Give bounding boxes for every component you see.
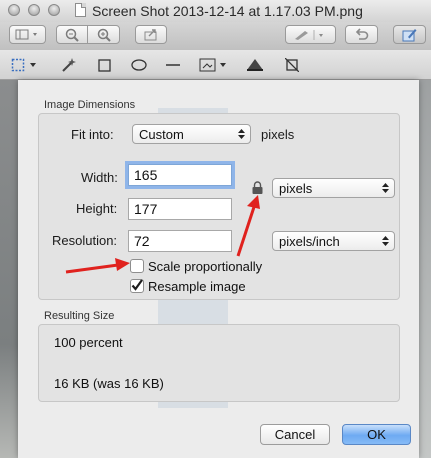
show-edit-toolbar-button[interactable] xyxy=(393,25,426,44)
magic-wand-icon xyxy=(62,58,76,72)
image-canvas-left-edge xyxy=(0,80,18,458)
adjust-color-tool[interactable] xyxy=(245,56,265,74)
document-icon[interactable] xyxy=(75,3,86,17)
resulting-file-size: 16 KB (was 16 KB) xyxy=(54,376,164,391)
zoom-out-icon xyxy=(65,28,79,42)
resolution-field[interactable]: 72 xyxy=(128,230,232,252)
size-unit-popup[interactable]: pixels xyxy=(272,178,395,198)
lock-icon[interactable] xyxy=(252,181,263,194)
resample-image-checkbox[interactable] xyxy=(130,279,144,293)
resolution-label: Resolution: xyxy=(52,233,118,248)
sidebar-icon xyxy=(15,29,37,40)
fit-into-unit: pixels xyxy=(261,127,295,142)
selection-tool[interactable] xyxy=(10,56,40,74)
width-field[interactable]: 165 xyxy=(128,164,232,186)
window-title: Screen Shot 2013-12-14 at 1.17.03 PM.png xyxy=(92,3,363,19)
width-label: Width: xyxy=(81,170,118,185)
resolution-unit-popup[interactable]: pixels/inch xyxy=(272,231,395,251)
size-unit-value: pixels xyxy=(279,181,313,196)
rectangle-icon xyxy=(97,58,111,72)
toolbar xyxy=(0,22,431,50)
rect-selection-icon xyxy=(11,58,36,72)
adjust-size-sheet: Image Dimensions Fit into: Custom pixels… xyxy=(18,80,419,458)
popup-arrows-icon xyxy=(238,129,245,139)
scale-proportionally-checkbox[interactable] xyxy=(130,259,144,273)
fit-into-popup[interactable]: Custom xyxy=(132,124,251,144)
scale-proportionally-label: Scale proportionally xyxy=(148,259,263,274)
edit-toolbar-icon xyxy=(402,28,417,41)
ok-button[interactable]: OK xyxy=(342,424,411,445)
adjust-color-icon xyxy=(247,59,263,71)
sidebar-view-button[interactable] xyxy=(9,25,46,44)
popup-arrows-icon xyxy=(382,236,389,246)
zoom-window-button[interactable] xyxy=(48,4,60,16)
adjust-size-icon xyxy=(199,58,226,71)
fit-into-value: Custom xyxy=(139,127,184,142)
crop-tool[interactable] xyxy=(284,56,300,74)
image-canvas-right-edge xyxy=(419,80,431,458)
oval-tool[interactable] xyxy=(130,56,148,74)
popup-arrows-icon xyxy=(382,183,389,193)
height-field[interactable]: 177 xyxy=(128,198,232,220)
share-button[interactable] xyxy=(135,25,167,44)
adjust-size-tool[interactable] xyxy=(198,56,230,74)
share-icon xyxy=(144,29,157,41)
rotate-button[interactable] xyxy=(345,25,378,44)
resulting-size-title: Resulting Size xyxy=(44,310,115,322)
crop-icon xyxy=(285,58,299,72)
resulting-percent: 100 percent xyxy=(54,335,123,350)
height-label: Height: xyxy=(76,201,118,216)
annotate-pen-icon xyxy=(294,29,323,40)
fit-into-label: Fit into: xyxy=(71,127,114,142)
close-window-button[interactable] xyxy=(8,4,20,16)
checkmark-icon xyxy=(131,279,143,291)
oval-icon xyxy=(131,59,147,71)
resample-image-label: Resample image xyxy=(148,279,246,294)
zoom-in-button[interactable] xyxy=(87,25,120,44)
instant-alpha-tool[interactable] xyxy=(57,56,79,74)
image-dimensions-title: Image Dimensions xyxy=(44,99,136,111)
zoom-in-icon xyxy=(97,28,111,42)
cancel-button[interactable]: Cancel xyxy=(260,424,330,445)
line-icon xyxy=(166,64,180,66)
zoom-out-button[interactable] xyxy=(56,25,88,44)
minimize-window-button[interactable] xyxy=(28,4,40,16)
edit-toolbar xyxy=(0,50,431,80)
annotate-button[interactable] xyxy=(285,25,336,44)
line-tool[interactable] xyxy=(165,56,181,74)
resolution-unit-value: pixels/inch xyxy=(279,234,340,249)
rotate-icon xyxy=(355,27,368,40)
rectangle-tool[interactable] xyxy=(96,56,112,74)
title-bar: Screen Shot 2013-12-14 at 1.17.03 PM.png xyxy=(0,0,431,22)
